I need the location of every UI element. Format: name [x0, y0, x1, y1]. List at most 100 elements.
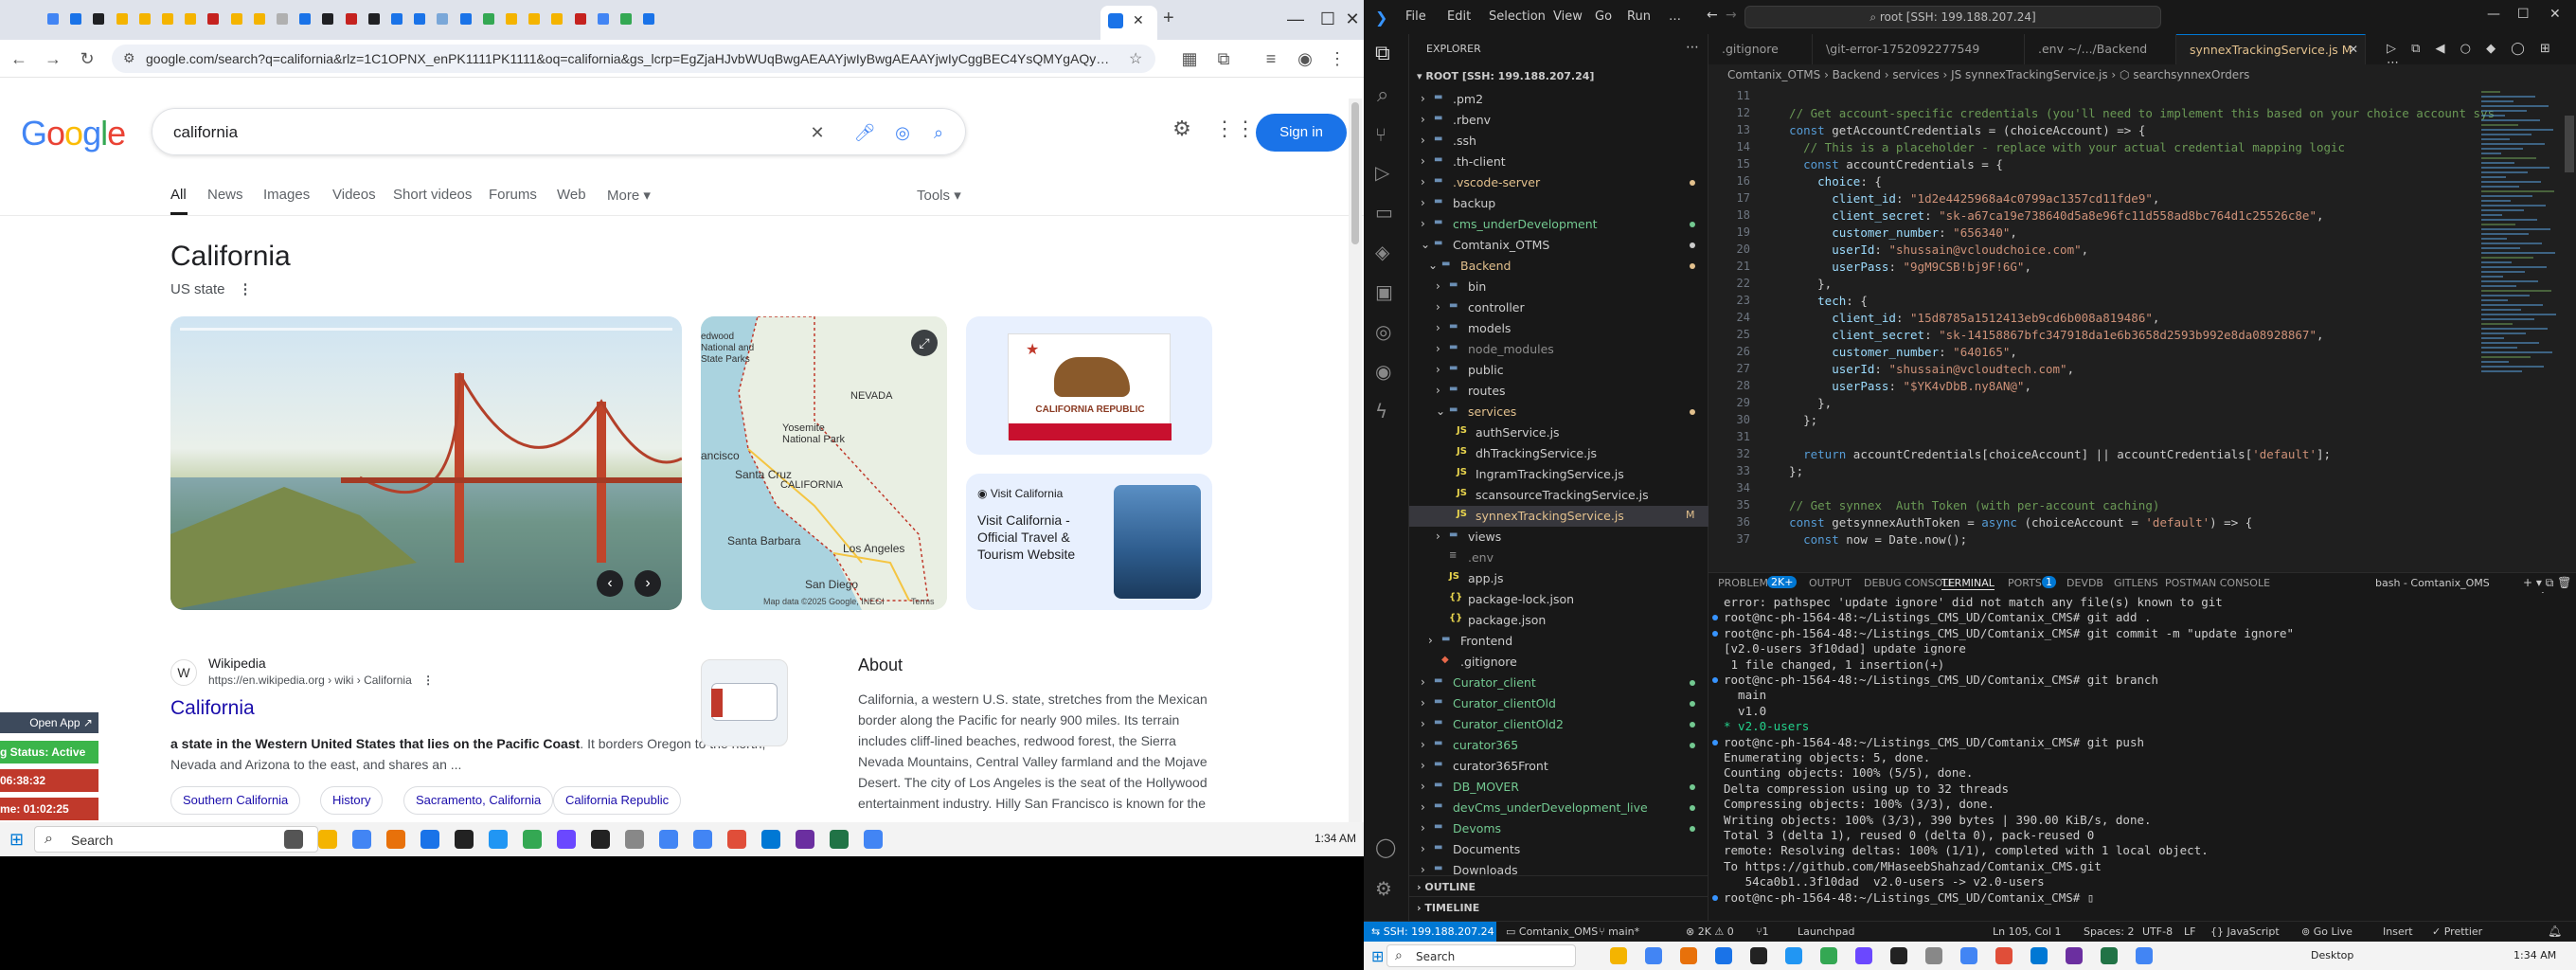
browser-tab[interactable]	[615, 8, 637, 30]
tab-all[interactable]: All	[170, 187, 187, 203]
address-bar[interactable]: ⚙ google.com/search?q=california&rlz=1C1…	[112, 45, 1155, 73]
taskbar-app-icon[interactable]	[523, 830, 542, 849]
status-language[interactable]: {} JavaScript	[2210, 925, 2280, 938]
explorer-more-icon[interactable]: ⋯	[1686, 40, 1699, 55]
wiki-source[interactable]: Wikipedia	[208, 656, 266, 671]
panel-tab[interactable]: OUTPUT	[1809, 577, 1852, 589]
status-branch[interactable]: ⑂ main*	[1599, 925, 1639, 938]
timeline-section[interactable]: › TIMELINE	[1409, 896, 1708, 917]
status-insert[interactable]: Insert	[2383, 925, 2413, 938]
browser-tab[interactable]	[523, 8, 546, 30]
tree-item[interactable]: › ▬ public	[1409, 360, 1708, 381]
tree-item[interactable]: › ▬ models	[1409, 318, 1708, 339]
menu-item[interactable]: Run	[1627, 9, 1651, 24]
panel-tab[interactable]: POSTMAN CONSOLE	[2165, 577, 2270, 589]
vscode-maximize-button[interactable]: ☐	[2517, 7, 2530, 22]
page-scrollbar[interactable]	[1349, 99, 1362, 822]
related-chip[interactable]: History	[320, 786, 384, 815]
browser-tab[interactable]	[42, 8, 64, 30]
status-ports[interactable]: ⑂1	[1756, 925, 1769, 938]
vscode-close-button[interactable]: ✕	[2549, 7, 2561, 22]
expand-map-icon[interactable]: ⤢	[911, 330, 938, 356]
minimize-button[interactable]: —	[1280, 8, 1311, 30]
related-chip[interactable]: California Republic	[553, 786, 682, 815]
tree-item[interactable]: › ▬ Curator_client	[1409, 673, 1708, 693]
browser-tab[interactable]	[477, 8, 500, 30]
close-window-button[interactable]: ✕	[1341, 8, 1364, 30]
editor-tab[interactable]: synnexTrackingService.js M ✕	[2176, 34, 2366, 64]
forward-icon[interactable]: →	[42, 47, 64, 70]
map-terms-link[interactable]: Terms	[911, 597, 935, 606]
tree-item[interactable]: › ▬ controller	[1409, 297, 1708, 318]
browser-tab[interactable]	[202, 8, 224, 30]
extensions-icon[interactable]: ▣	[1375, 280, 1393, 303]
browser-tab[interactable]	[316, 8, 339, 30]
desktop-label[interactable]: Desktop	[2311, 949, 2353, 961]
browser-tab[interactable]	[637, 8, 660, 30]
minimap[interactable]	[2478, 87, 2563, 572]
panel-tab[interactable]: PROBLEMS	[1718, 577, 1775, 589]
taskbar-app-icon[interactable]	[1890, 947, 1907, 964]
lens-search-icon[interactable]: ◎	[891, 121, 914, 144]
back-icon[interactable]: ←	[8, 47, 30, 70]
taskbar-app-icon[interactable]	[830, 830, 849, 849]
taskbar-app-icon[interactable]	[761, 830, 780, 849]
related-chip[interactable]: Sacramento, California	[403, 786, 554, 815]
outline-section[interactable]: › OUTLINE	[1409, 875, 1708, 896]
carousel-next-button[interactable]: ›	[635, 570, 661, 597]
status-encoding[interactable]: UTF-8	[2142, 925, 2173, 938]
manage-gear-icon[interactable]: ⚙	[1375, 877, 1392, 900]
panel-tab-badge[interactable]: 1	[2042, 576, 2056, 588]
tab-tools[interactable]: Tools ▾	[917, 187, 961, 204]
status-eol[interactable]: LF	[2184, 925, 2195, 938]
taskbar-app-icon[interactable]	[557, 830, 576, 849]
taskbar-app-icon[interactable]	[1855, 947, 1872, 964]
google-logo[interactable]: Google	[21, 114, 126, 153]
taskbar-app-icon[interactable]	[1645, 947, 1662, 964]
tree-item[interactable]: › ▬ views	[1409, 527, 1708, 548]
tree-item[interactable]: {} package.json	[1409, 610, 1708, 631]
editor-scrollbar[interactable]	[2563, 87, 2576, 572]
terminal[interactable]: error: pathspec 'update ignore' did not …	[1708, 593, 2576, 921]
tree-item[interactable]: › ▬ cms_underDevelopment	[1409, 214, 1708, 235]
settings-gear-icon[interactable]: ⚙	[1171, 117, 1193, 140]
search-query[interactable]: california	[173, 123, 238, 142]
run-debug-icon[interactable]: ▷	[1375, 161, 1389, 184]
browser-tab[interactable]	[363, 8, 385, 30]
remote-explorer-icon[interactable]: ▭	[1375, 201, 1393, 224]
site-info-icon[interactable]: ⚙	[123, 50, 135, 66]
taskbar-app-icon[interactable]	[1995, 947, 2012, 964]
gitlens-icon[interactable]: ◈	[1375, 241, 1389, 263]
terminal-name[interactable]: bash - Comtanix_OMS	[2375, 577, 2490, 589]
browser-tab[interactable]	[248, 8, 271, 30]
taskbar-app-icon[interactable]	[1785, 947, 1802, 964]
reload-icon[interactable]: ↻	[76, 47, 98, 70]
extension-icon[interactable]: ▦	[1178, 47, 1201, 70]
browser-tab[interactable]	[385, 8, 408, 30]
taskbar-app-icon[interactable]	[1925, 947, 1942, 964]
taskbar-app-icon[interactable]	[318, 830, 337, 849]
menu-item[interactable]: View	[1553, 9, 1583, 24]
taskbar-app-icon[interactable]	[352, 830, 371, 849]
taskbar-app-icon[interactable]	[864, 830, 883, 849]
tab-close-icon[interactable]: ✕	[2349, 43, 2358, 56]
browser-tab[interactable]	[87, 8, 110, 30]
taskbar-app-icon[interactable]	[727, 830, 746, 849]
tree-item[interactable]: JS authService.js	[1409, 422, 1708, 443]
taskbar-app-icon[interactable]	[693, 830, 712, 849]
browser-tab[interactable]	[111, 8, 134, 30]
editor-tab[interactable]: .env ~/.../Backend	[2025, 34, 2176, 64]
carousel-prev-button[interactable]: ‹	[597, 570, 623, 597]
new-tab-button[interactable]: +	[1163, 8, 1174, 29]
tree-item[interactable]: › ▬ .vscode-server	[1409, 172, 1708, 193]
browser-tab[interactable]	[179, 8, 202, 30]
taskbar-app-icon[interactable]	[386, 830, 405, 849]
tree-item[interactable]: JS scansourceTrackingService.js	[1409, 485, 1708, 506]
taskbar-app-icon[interactable]	[420, 830, 439, 849]
tab-web[interactable]: Web	[557, 187, 586, 203]
source-control-icon[interactable]: ⑂	[1375, 123, 1386, 146]
tree-item[interactable]: ⌄ ▬ services	[1409, 402, 1708, 422]
status-folder[interactable]: ▭ Comtanix_OMS	[1506, 925, 1598, 938]
taskbar-app-icon[interactable]	[1820, 947, 1837, 964]
active-tab[interactable]: ✕	[1100, 6, 1157, 40]
